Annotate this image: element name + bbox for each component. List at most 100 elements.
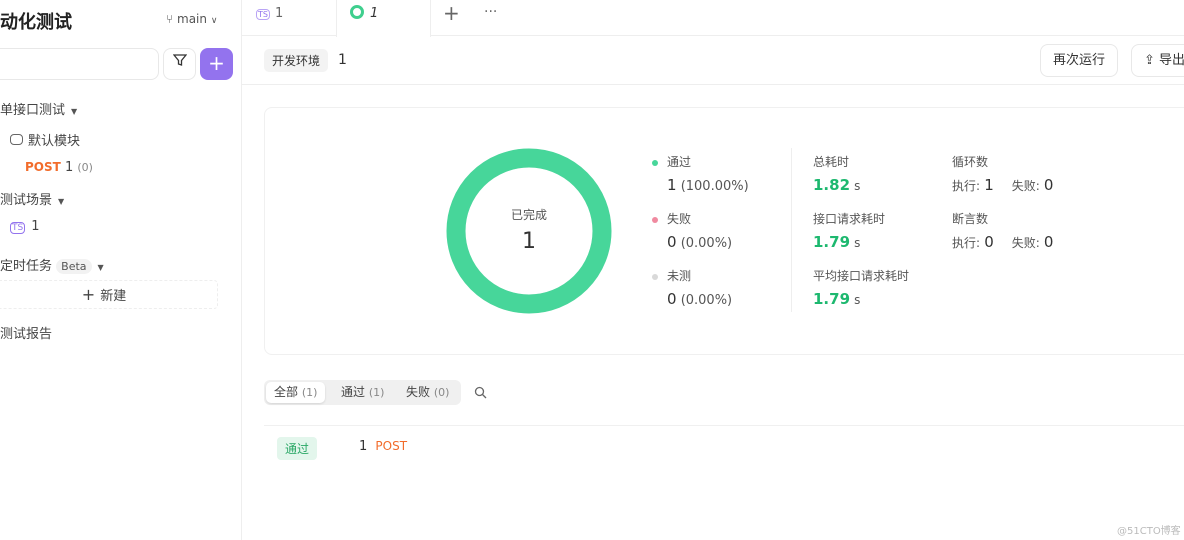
fail-value: 0 <box>1043 176 1054 194</box>
watermark: @51CTO博客 <box>1117 526 1181 537</box>
label: 测试场景 <box>0 193 53 208</box>
label: 1 <box>31 219 40 234</box>
request-time: 接口请求耗时 1.79 s <box>813 210 885 251</box>
folder-icon <box>10 134 23 145</box>
result-method: POST <box>375 439 408 453</box>
label: 总耗时 <box>813 155 850 169</box>
legend-untested: 未测 0 (0.00%) <box>652 267 732 308</box>
tree-api-item[interactable]: POST 1 (0) <box>25 160 93 175</box>
status-badge: 通过 <box>277 437 318 460</box>
fail-label: 失败: <box>1011 179 1040 193</box>
tree-reports[interactable]: 测试报告 <box>0 323 52 342</box>
tree-scenario-item[interactable]: TS 1 <box>10 219 40 234</box>
label: 通过 <box>341 385 366 399</box>
count: (1) <box>368 386 385 399</box>
result-row[interactable]: 1 POST <box>359 439 407 454</box>
count: 1 <box>667 176 677 194</box>
label: 循环数 <box>952 155 989 169</box>
search-input[interactable] <box>0 48 159 80</box>
exec-label: 执行: <box>952 179 981 193</box>
count: (1) <box>301 386 318 399</box>
unit: s <box>854 179 861 193</box>
value: 1.82 <box>813 176 851 194</box>
divider <box>791 148 792 312</box>
branch-selector[interactable]: ⑂ main ∨ <box>166 12 217 26</box>
donut-label: 已完成 <box>510 208 547 222</box>
add-button[interactable]: + <box>200 48 233 80</box>
count: 0 <box>667 233 677 251</box>
label: 接口请求耗时 <box>813 212 886 226</box>
tree-scheduled[interactable]: 定时任务 Beta ▼ <box>0 255 104 274</box>
pct: (0.00%) <box>680 293 733 308</box>
count: 0 <box>667 290 677 308</box>
filter-all[interactable]: 全部 (1) <box>266 382 326 403</box>
rerun-button[interactable]: 再次运行 <box>1040 44 1119 77</box>
search-icon[interactable] <box>474 386 487 399</box>
plus-icon: + <box>81 285 101 304</box>
ts-icon: TS <box>10 222 26 234</box>
label: 未测 <box>667 269 692 283</box>
caret-down-icon: ▼ <box>71 107 78 116</box>
value: 1.79 <box>813 290 851 308</box>
project-title: 动化测试 <box>0 12 72 33</box>
share-icon: ⇪ <box>1144 53 1160 68</box>
divider <box>264 425 1184 426</box>
unit: s <box>854 293 861 307</box>
fail-dot <box>652 216 658 223</box>
label: 平均接口请求耗时 <box>813 269 910 283</box>
new-task-button[interactable]: + 新建 <box>0 280 218 309</box>
tree-scenarios[interactable]: 测试场景 ▼ <box>0 189 64 208</box>
label: 新建 <box>100 289 127 304</box>
label: 默认模块 <box>28 134 81 149</box>
ts-icon: TS <box>256 9 270 20</box>
more-icon[interactable]: ··· <box>484 0 497 36</box>
label: 失败 <box>667 212 692 226</box>
label: 单接口测试 <box>0 103 66 118</box>
label: 断言数 <box>952 212 989 226</box>
value: 1.79 <box>813 233 851 251</box>
unit: s <box>854 236 861 250</box>
filter-pass[interactable]: 通过 (1) <box>333 382 392 403</box>
untested-dot <box>652 273 658 280</box>
exec-value: 1 <box>984 176 994 194</box>
total-time: 总耗时 1.82 s <box>813 153 860 194</box>
tree-default-module[interactable]: 默认模块 <box>10 130 80 149</box>
api-name: 1 <box>64 160 74 175</box>
label: 定时任务 <box>0 259 53 274</box>
report-name: 1 <box>338 52 347 68</box>
result-name: 1 <box>359 439 368 454</box>
add-tab-button[interactable]: + <box>443 0 460 36</box>
api-count: (0) <box>77 161 93 174</box>
sidebar: 动化测试 ⑂ main ∨ + 单接口测试 ▼ 默认模块 POST 1 (0) 测… <box>0 0 242 540</box>
filter-button[interactable] <box>163 48 196 80</box>
filter-fail[interactable]: 失败 (0) <box>398 382 457 403</box>
label: 导出 <box>1159 53 1184 68</box>
count: (0) <box>433 386 450 399</box>
label: 失败 <box>406 385 431 399</box>
chevron-down-icon: ∨ <box>210 16 218 26</box>
pct: (100.00%) <box>680 179 749 194</box>
avg-request-time: 平均接口请求耗时 1.79 s <box>813 267 909 308</box>
tab-scenario[interactable]: TS 1 <box>256 0 336 36</box>
beta-badge: Beta <box>56 259 92 274</box>
pct: (0.00%) <box>680 236 733 251</box>
caret-down-icon: ▼ <box>97 263 104 272</box>
label: 全部 <box>274 385 299 399</box>
fail-value: 0 <box>1043 233 1054 251</box>
assertion-count: 断言数 执行: 0 失败: 0 <box>952 210 1053 251</box>
legend-pass: 通过 1 (100.00%) <box>652 153 749 194</box>
tab-report[interactable]: 1 <box>336 0 431 37</box>
branch-icon: ⑂ <box>166 12 178 26</box>
donut-value: 1 <box>522 229 536 254</box>
environment-badge: 开发环境 <box>264 49 329 72</box>
method-label: POST <box>25 160 61 174</box>
export-button[interactable]: ⇪ 导出 <box>1131 44 1184 77</box>
filter-icon <box>172 54 187 66</box>
label: 测试报告 <box>0 327 53 342</box>
tab-label: 1 <box>274 6 284 21</box>
caret-down-icon: ▼ <box>58 197 65 206</box>
tab-label: 1 <box>370 6 379 21</box>
tree-single-api[interactable]: 单接口测试 ▼ <box>0 99 77 118</box>
loop-count: 循环数执行: 1 失败: 0 <box>952 153 1053 194</box>
legend-fail: 失败 0 (0.00%) <box>652 210 732 251</box>
